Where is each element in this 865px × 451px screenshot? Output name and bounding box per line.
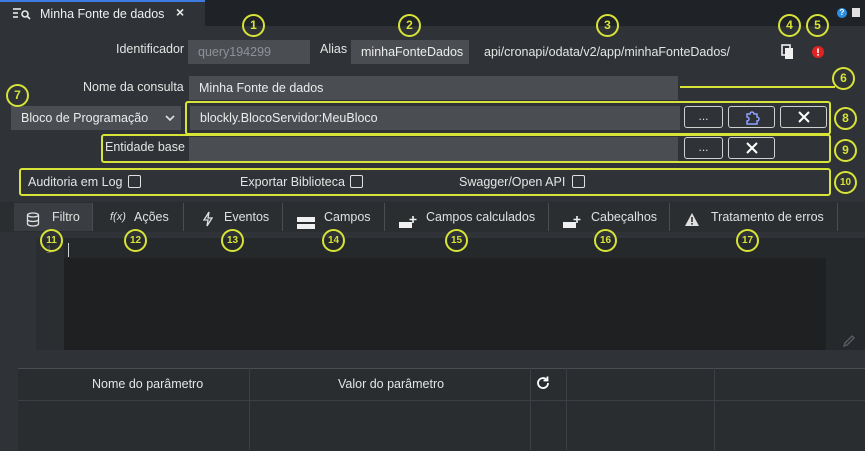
source-type-value: Bloco de Programação xyxy=(21,111,149,125)
grid-header-divider xyxy=(18,400,865,401)
callout-15: 15 xyxy=(445,229,468,252)
grid-column-divider xyxy=(249,368,250,450)
callout-leader-6 xyxy=(680,86,835,88)
export-checkbox[interactable] xyxy=(350,175,363,188)
editor-gutter: 1 xyxy=(36,238,64,350)
tab-campos[interactable]: Campos xyxy=(283,203,385,231)
query-name-field[interactable]: Minha Fonte de dados xyxy=(189,76,678,100)
tab-eventos-label: Eventos xyxy=(224,210,270,224)
tab-cabecalhos-label: Cabeçalhos xyxy=(591,210,658,224)
pencil-icon[interactable] xyxy=(842,334,856,351)
copy-icon[interactable] xyxy=(781,44,795,63)
callout-10: 10 xyxy=(834,171,857,194)
close-icon[interactable]: × xyxy=(176,4,184,20)
source-type-select[interactable]: Bloco de Programação xyxy=(11,106,181,130)
base-entity-label: Entidade base xyxy=(105,140,185,154)
tab-acoes[interactable]: f(x) Ações xyxy=(93,203,184,231)
puzzle-icon xyxy=(744,111,760,128)
identifier-field[interactable]: query194299 xyxy=(188,40,310,64)
callout-9: 9 xyxy=(834,139,857,162)
tab-filtro[interactable]: Filtro xyxy=(14,203,93,231)
callout-6: 6 xyxy=(832,67,855,90)
close-icon xyxy=(797,111,810,126)
refresh-icon[interactable] xyxy=(535,375,551,394)
endpoint-url: api/cronapi/odata/v2/app/minhaFonteDados… xyxy=(484,45,730,59)
function-icon: f(x) xyxy=(110,211,126,223)
callout-12: 12 xyxy=(124,229,147,252)
editor-text-area[interactable] xyxy=(64,258,826,350)
editor-cursor xyxy=(68,243,69,257)
identifier-label: Identificador xyxy=(116,42,185,56)
callout-13: 13 xyxy=(221,229,244,252)
fields-icon xyxy=(297,211,315,239)
alias-label: Alias xyxy=(320,42,348,56)
base-entity-clear-button[interactable] xyxy=(728,137,775,159)
callout-17: 17 xyxy=(736,229,759,252)
tab-campos-label: Campos xyxy=(324,210,371,224)
bolt-icon xyxy=(202,209,214,237)
search-list-icon xyxy=(12,6,32,23)
callout-1: 1 xyxy=(242,14,265,37)
database-icon xyxy=(26,210,42,238)
query-name-label: Nome da consulta xyxy=(83,80,184,94)
base-entity-browse-button[interactable]: ... xyxy=(684,137,723,159)
audit-checkbox[interactable] xyxy=(128,175,141,188)
param-value-header[interactable]: Valor do parâmetro xyxy=(338,368,444,400)
callout-14: 14 xyxy=(322,229,345,252)
param-name-header[interactable]: Nome do parâmetro xyxy=(92,368,203,400)
tab-tratamento-de-erros-label: Tratamento de erros xyxy=(711,210,824,224)
tab-campos-calculados[interactable]: Campos calculados xyxy=(385,203,549,231)
tab-filtro-label: Filtro xyxy=(52,210,80,224)
warning-icon xyxy=(684,209,700,237)
callout-2: 2 xyxy=(398,14,421,37)
base-entity-field[interactable] xyxy=(189,137,678,161)
window-icon[interactable] xyxy=(852,8,860,17)
tab-acoes-label: Ações xyxy=(134,210,169,224)
callout-5: 5 xyxy=(806,14,829,37)
tab-eventos[interactable]: Eventos xyxy=(184,203,283,231)
export-label: Exportar Biblioteca xyxy=(240,175,345,189)
callout-7: 7 xyxy=(6,84,29,107)
callout-11: 11 xyxy=(40,229,63,252)
tab-cabecalhos[interactable]: Cabeçalhos xyxy=(549,203,670,231)
block-clear-button[interactable] xyxy=(780,106,827,128)
alias-field[interactable]: minhaFonteDados xyxy=(351,40,469,64)
help-icon[interactable]: ? xyxy=(837,8,847,18)
grid-column-divider xyxy=(566,368,567,450)
block-field[interactable]: blockly.BlocoServidor:MeuBloco xyxy=(190,106,680,130)
swagger-label: Swagger/Open API xyxy=(459,175,566,189)
callout-3: 3 xyxy=(596,14,619,37)
close-icon xyxy=(745,142,758,157)
document-tab-title: Minha Fonte de dados xyxy=(40,7,165,21)
add-field-icon xyxy=(399,211,417,239)
add-header-icon xyxy=(563,211,581,239)
audit-label: Auditoria em Log xyxy=(28,175,123,189)
callout-16: 16 xyxy=(594,229,617,252)
callout-4: 4 xyxy=(778,14,801,37)
document-tab[interactable]: Minha Fonte de dados × xyxy=(0,0,205,26)
callout-8: 8 xyxy=(834,107,857,130)
swagger-checkbox[interactable] xyxy=(572,175,585,188)
block-browse-button[interactable]: ... xyxy=(684,106,723,128)
block-edit-button[interactable] xyxy=(728,106,775,128)
tab-campos-calculados-label: Campos calculados xyxy=(426,210,536,224)
error-icon[interactable] xyxy=(812,46,824,61)
tab-tratamento-de-erros[interactable]: Tratamento de erros xyxy=(670,203,838,231)
grid-column-divider xyxy=(530,368,531,450)
grid-column-divider xyxy=(714,368,715,450)
